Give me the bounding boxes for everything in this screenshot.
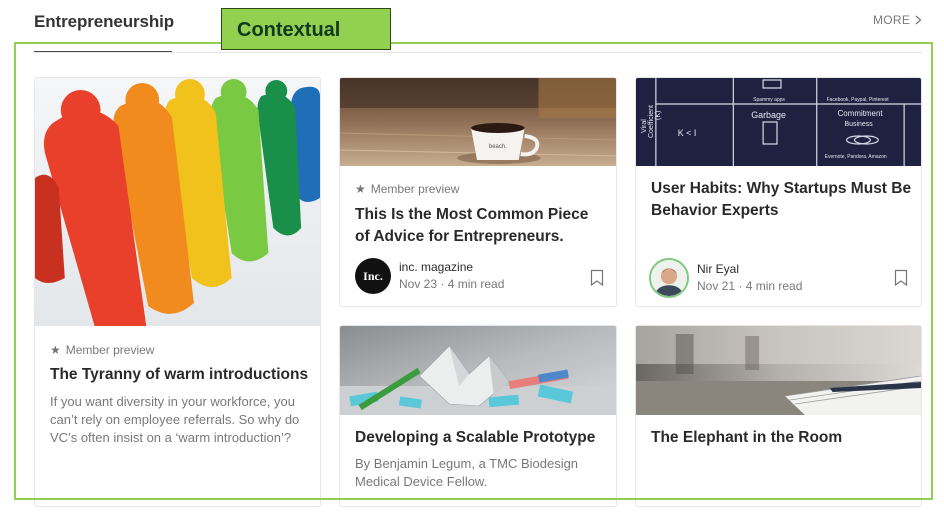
story-title[interactable]: This Is the Most Common Piece of Advice … [355, 204, 605, 248]
story-title[interactable]: The Tyranny of warm introductions [50, 364, 315, 386]
story-card-elephant-room[interactable]: The Elephant in the Room [635, 325, 922, 507]
bookmark-icon[interactable] [894, 269, 908, 287]
author-row: Inc. inc. magazine Nov 23 · 4 min read [355, 258, 504, 294]
chalkboard-k: (K) [655, 111, 662, 120]
more-link[interactable]: MORE [873, 13, 922, 27]
story-description: By Benjamin Legum, a TMC Biodesign Medic… [355, 456, 579, 489]
member-preview-badge: ★ Member preview [50, 343, 154, 357]
story-card-scalable-prototype[interactable]: Developing a Scalable Prototype By Benja… [339, 325, 617, 507]
inc-logo: Inc. [363, 268, 383, 283]
bookmark-icon[interactable] [590, 269, 604, 287]
story-description: If you want diversity in your workforce,… [50, 394, 300, 445]
svg-text:beach.: beach. [489, 144, 507, 150]
story-date: Nov 23 [399, 277, 438, 291]
chalkboard-evernote: Evernote, Pandora, Amazon [825, 154, 887, 160]
author-row: Nir Eyal Nov 21 · 4 min read [649, 258, 802, 298]
star-icon: ★ [50, 343, 61, 357]
story-date: Nov 21 [697, 279, 736, 293]
more-label: MORE [873, 13, 911, 27]
story-title[interactable]: User Habits: Why Startups Must Be Behavi… [651, 178, 916, 222]
member-preview-label: Member preview [65, 343, 155, 357]
header-divider [34, 52, 922, 53]
story-image-wooden-figures [35, 78, 320, 326]
star-icon: ★ [355, 182, 366, 196]
story-read-time: 4 min read [447, 277, 505, 291]
chalkboard-business: Business [845, 121, 874, 128]
chevron-right-icon [915, 15, 922, 25]
chalkboard-coefficient: Coefficient [648, 105, 655, 138]
member-preview-badge: ★ Member preview [355, 182, 459, 196]
member-preview-label: Member preview [370, 182, 460, 196]
contextual-annotation-label: Contextual [221, 8, 391, 50]
chalkboard-commitment: Commitment [838, 109, 884, 118]
author-avatar[interactable] [649, 258, 689, 298]
story-card-user-habits[interactable]: Viral Coefficient (K) K < I Spammy apps … [635, 77, 922, 307]
chalkboard-viral: Viral [641, 119, 648, 133]
story-meta: Nov 23 · 4 min read [399, 277, 505, 291]
author-avatar[interactable]: Inc. [355, 258, 391, 294]
story-read-time: 4 min read [745, 279, 803, 293]
story-image-pen-notebook [636, 326, 921, 415]
section-title[interactable]: Entrepreneurship [34, 12, 174, 32]
story-card-tyranny[interactable]: ★ Member preview The Tyranny of warm int… [34, 77, 321, 507]
story-meta: Nov 21 · 4 min read [697, 279, 803, 293]
story-title[interactable]: Developing a Scalable Prototype [355, 427, 610, 449]
story-image-coffee-cup: beach. [340, 78, 616, 166]
story-image-paper-crane [340, 326, 616, 415]
chalkboard-k-less: K < I [678, 128, 697, 138]
story-image-chalkboard: Viral Coefficient (K) K < I Spammy apps … [636, 78, 921, 166]
author-name[interactable]: inc. magazine [399, 259, 504, 276]
chalkboard-facebook: Facebook, Paypal, Pinterest [827, 97, 890, 103]
chalkboard-spammy: Spammy apps [753, 97, 785, 103]
story-title[interactable]: The Elephant in the Room [651, 427, 906, 449]
author-name[interactable]: Nir Eyal [697, 261, 802, 278]
story-card-common-advice[interactable]: beach. ★ Member preview This Is the Most… [339, 77, 617, 307]
chalkboard-garbage: Garbage [751, 110, 786, 120]
